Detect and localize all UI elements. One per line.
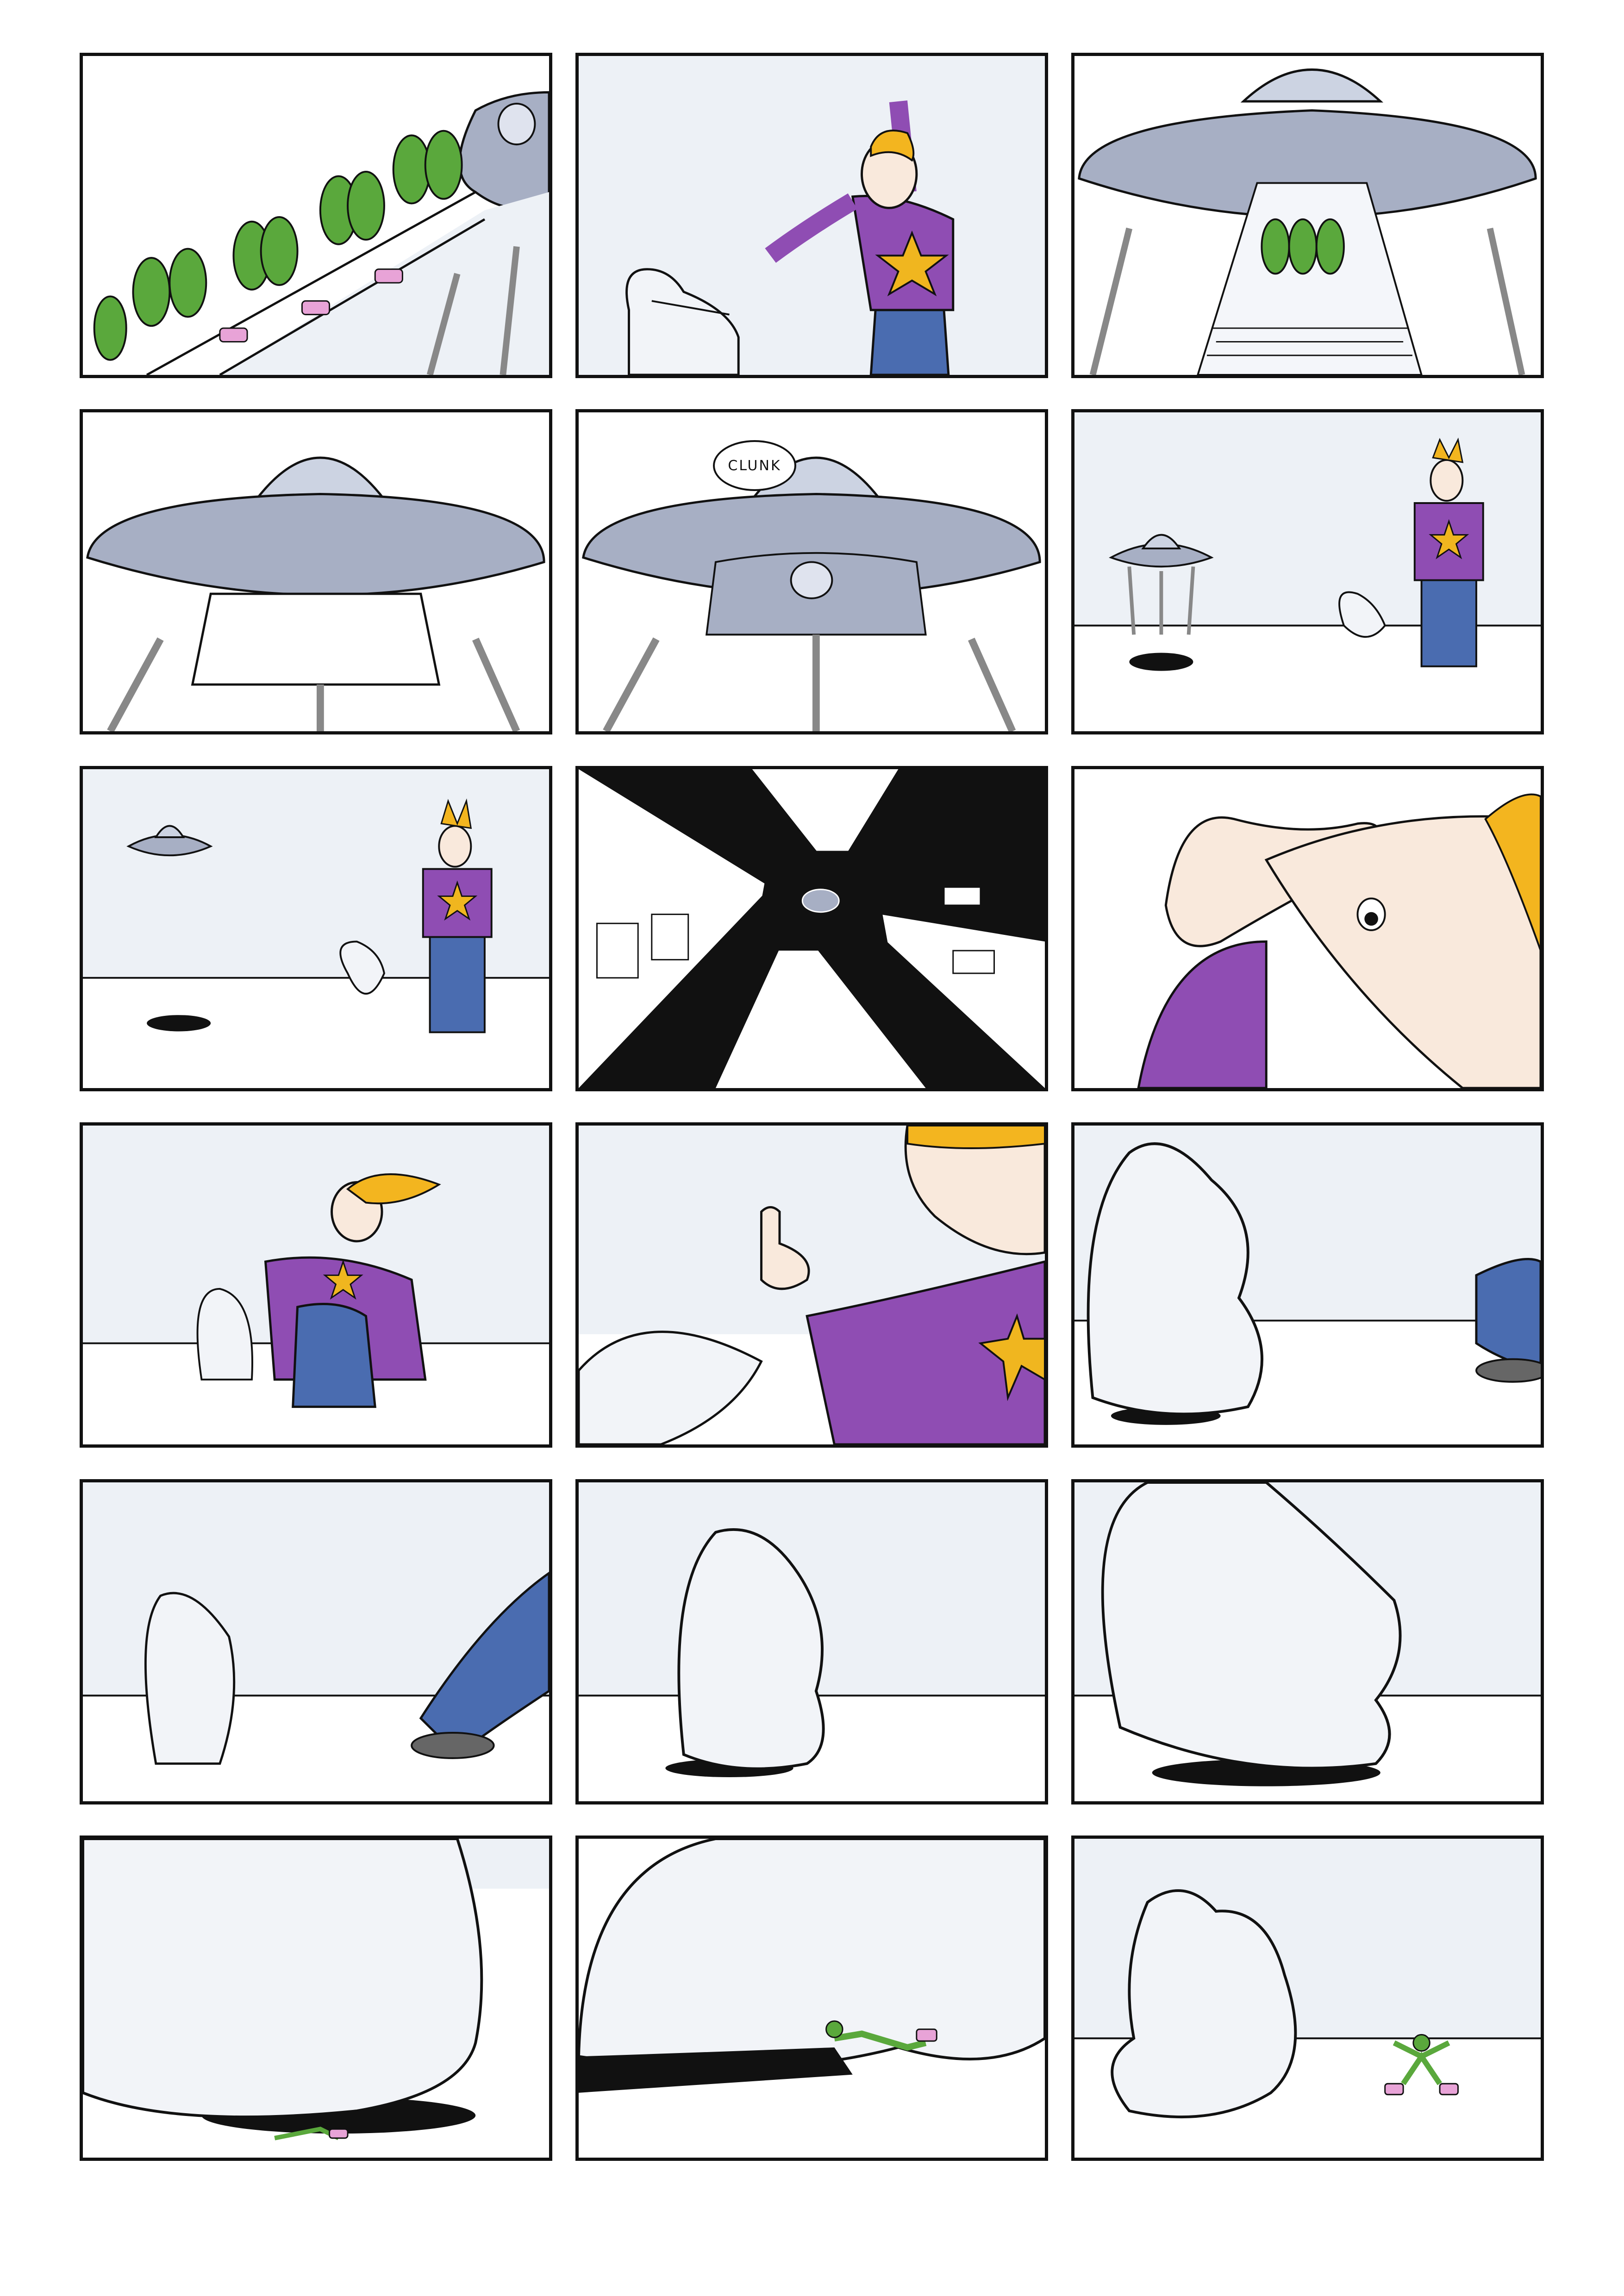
panel-18-creature-and-alien-dancing [1071,1836,1544,2161]
panel-16-alien-squashed-under-creature [80,1836,552,2161]
panel-13-foot-stepping-toward-creature [80,1479,552,1804]
panel-9-boy-waving-goodbye [1071,766,1544,1091]
comic-page: CLUNK [0,0,1624,2296]
panel-10-boy-hugging-creature [80,1122,552,1448]
panel-4-ufo-open-hatch [80,409,552,734]
panel-1-aliens-descending-ramp [80,53,552,378]
panel-2-boy-dancing-with-creature [575,53,1048,378]
panel-12-creature-alone-foot [1071,1122,1544,1448]
panel-14-creature-closer [575,1479,1048,1804]
panel-17-alien-crawling-out [575,1836,1048,2161]
panel-8-view-up-to-ufo-between-buildings [575,766,1048,1091]
panel-7-ufo-flying-away [80,766,552,1091]
speech-balloon: CLUNK [713,440,796,491]
panel-11-boy-raising-finger [575,1122,1048,1448]
panel-6-ufo-lifting-off [1071,409,1544,734]
panel-15-creature-standing-on-alien [1071,1479,1544,1804]
speech-balloon-text: CLUNK [728,457,781,474]
panel-3-aliens-entering-ufo [1071,53,1544,378]
panel-5-ufo-closing-clunk: CLUNK [575,409,1048,734]
